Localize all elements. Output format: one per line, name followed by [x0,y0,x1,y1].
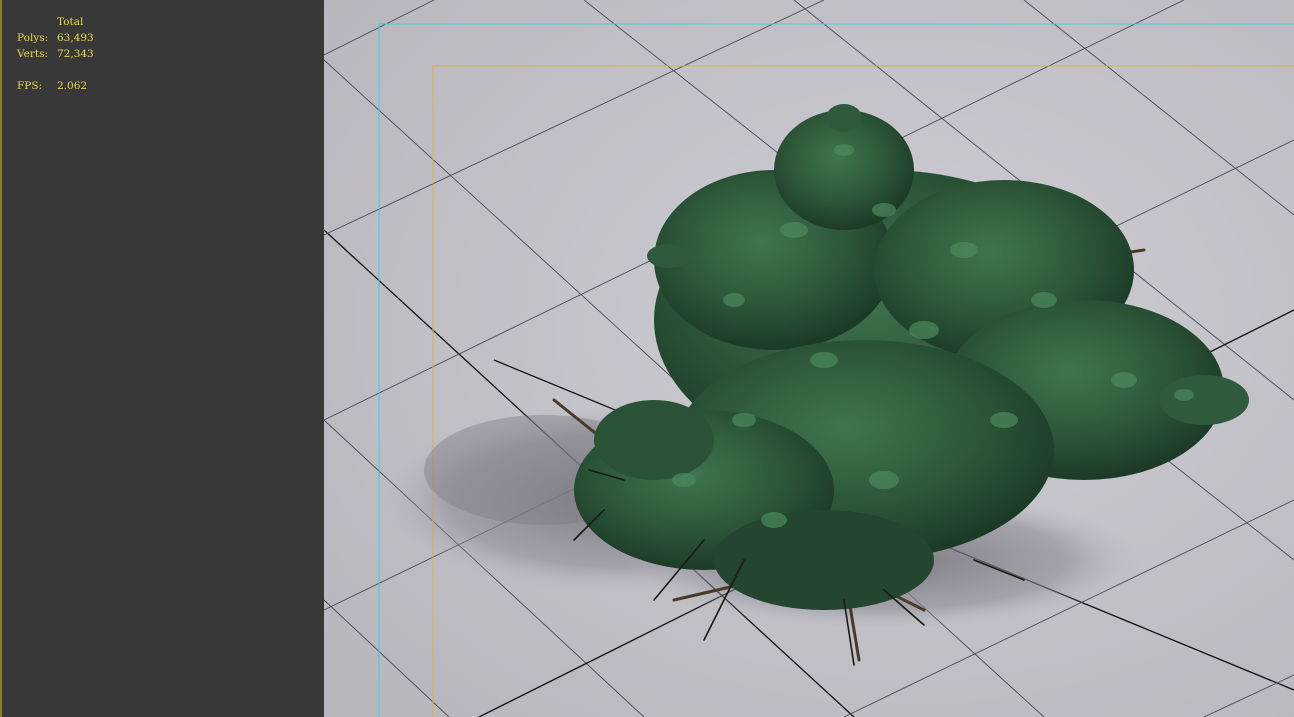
verts-label: Verts: [17,48,48,60]
polys-label: Polys: [17,32,49,44]
viewport-canvas[interactable] [324,0,1294,717]
fps-label: FPS: [17,80,43,92]
perspective-viewport[interactable] [324,0,1294,717]
fps-value: 2.062 [57,80,88,92]
stats-title: Total [57,16,84,28]
stats-panel: Total Polys: 63,493 Verts: 72,343 FPS: 2… [0,0,324,717]
polys-value: 63,493 [57,32,94,44]
verts-value: 72,343 [57,48,94,60]
